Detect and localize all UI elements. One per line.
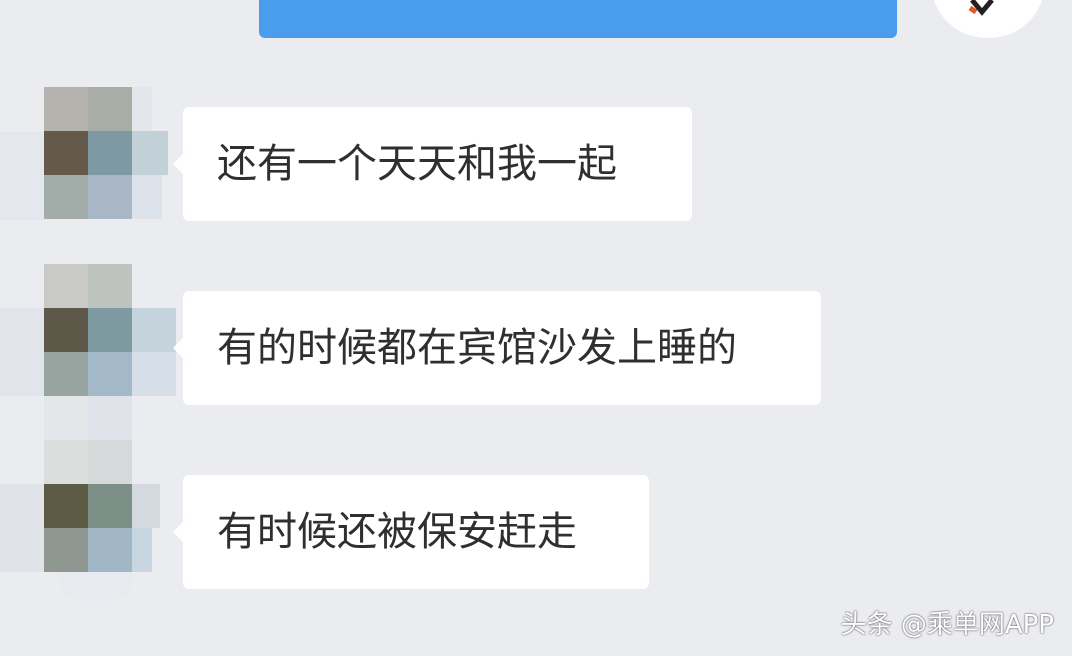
incoming-message-bubble[interactable]: 还有一个天天和我一起 [173,107,692,221]
avatar-icon [968,0,994,16]
incoming-message-bubble[interactable]: 有时候还被保安赶走 [173,475,649,589]
message-text: 有的时候都在宾馆沙发上睡的 [217,325,737,371]
message-text: 有时候还被保安赶走 [217,509,577,555]
self-avatar[interactable] [932,0,1044,38]
contact-avatar[interactable] [0,264,200,440]
contact-avatar[interactable] [0,87,200,221]
watermark: 头条 @乘单网APP [840,610,1054,640]
message-text: 还有一个天天和我一起 [217,141,617,187]
outgoing-message-bubble[interactable] [259,0,897,38]
contact-avatar[interactable] [0,440,200,600]
incoming-message-bubble[interactable]: 有的时候都在宾馆沙发上睡的 [173,291,821,405]
